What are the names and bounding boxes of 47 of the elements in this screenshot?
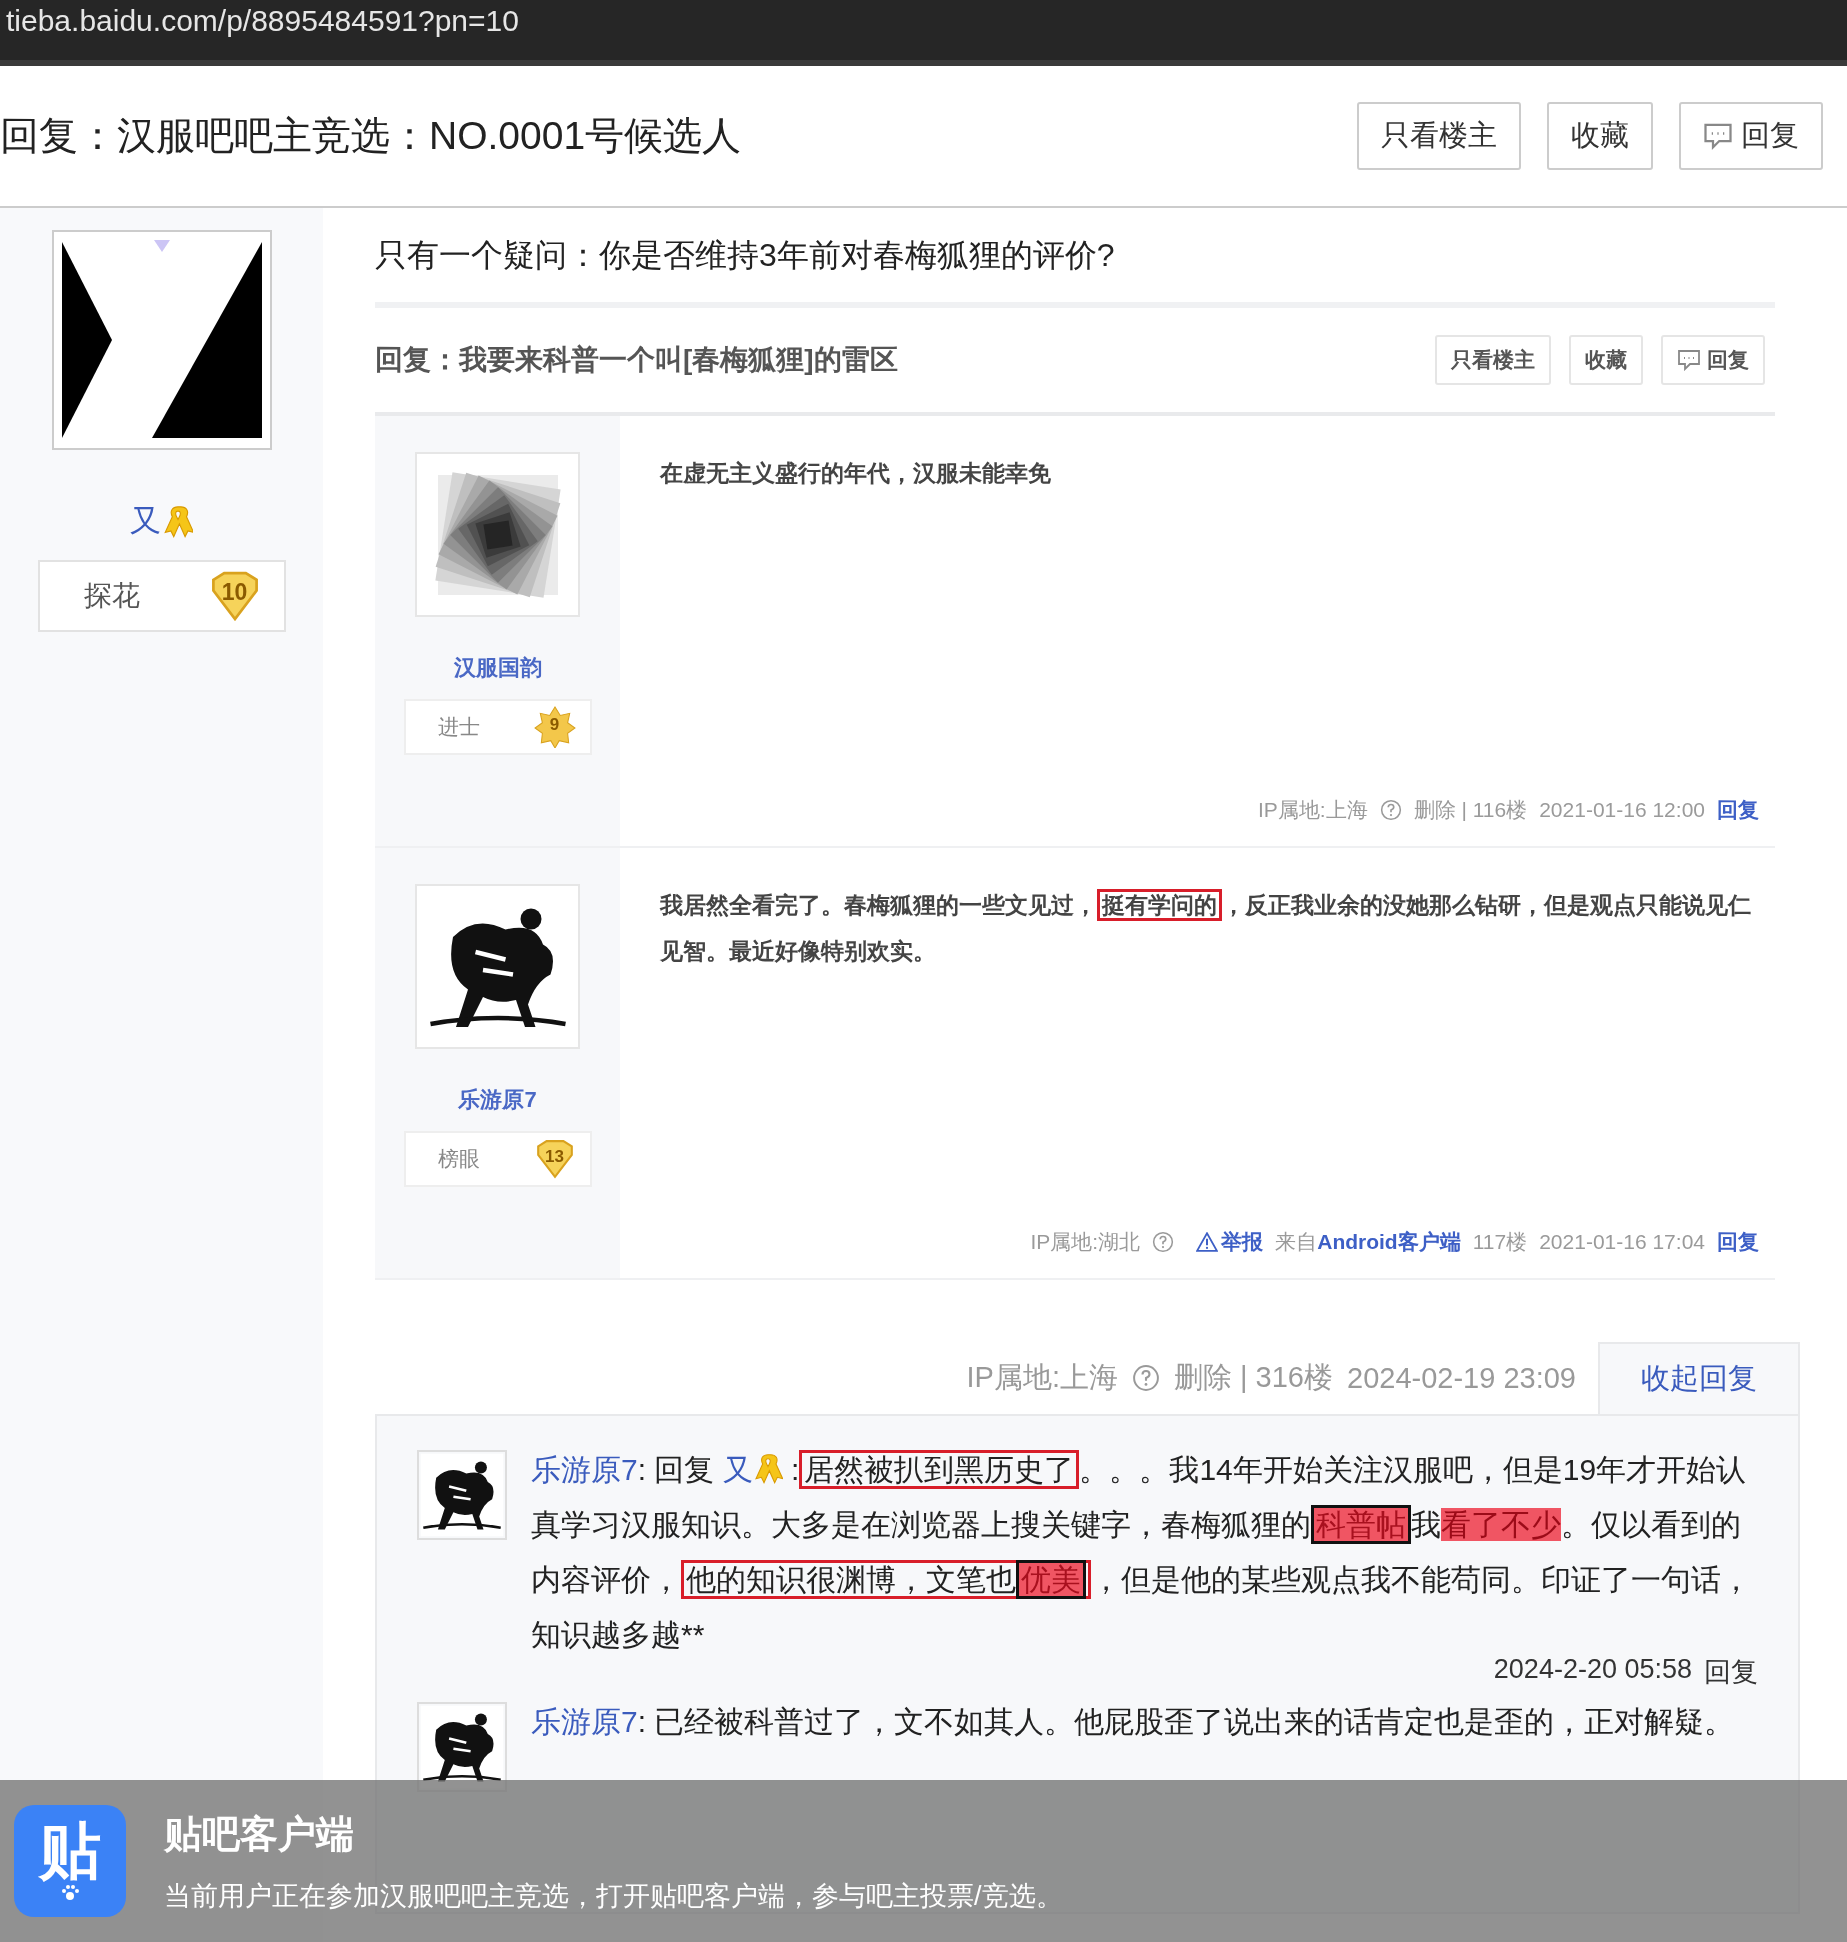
username-link[interactable]: 乐游原7 [531,1705,638,1738]
thread-title: 回复：汉服吧吧主竞选：NO.0001号候选人 [0,113,742,159]
help-icon[interactable] [1152,1231,1175,1253]
post-time: 2024-02-19 23:09 [1347,1361,1576,1395]
ribbon-icon [752,1452,783,1484]
ip-location: IP属地:上海 [966,1360,1118,1395]
post-meta: 2021-01-16 17:04 [1539,1230,1705,1254]
post-text: 只有一个疑问：你是否维持3年前对春梅狐狸的评价? [375,236,1116,275]
address-bar[interactable]: tieba.baidu.com/p/8895484591?pn=10 [0,0,1847,66]
toolbar-button[interactable]: 收藏 [1547,102,1653,170]
reply-text: 在虚无主义盛行的年代，汉服未能幸免 [660,459,1052,488]
post-meta: 2021-01-16 12:00 [1539,798,1705,822]
warning-icon [1196,1232,1219,1252]
post-meta: 删除 | 116楼 [1413,797,1528,823]
post-meta: 117楼 [1472,1229,1528,1255]
comment-icon [1703,122,1733,150]
level-title: 榜眼 [437,1146,480,1172]
url-text: tieba.baidu.com/p/8895484591?pn=10 [6,4,519,38]
avatar-triangles[interactable] [51,230,272,450]
ribbon-icon [163,504,193,538]
banner-text: 当前用户正在参加汉服吧吧主竞选，打开贴吧客户端，参与吧主投票/竞选。 [164,1879,1063,1913]
embedded-thread-title: 回复：我要来科普一个叫[春梅狐狸]的雷区 [375,343,898,377]
app-icon[interactable]: 贴 [14,1805,126,1917]
username-link[interactable]: 乐游原7 [531,1453,638,1486]
reply-link[interactable]: 回复 [1704,1654,1758,1690]
level-number: 9 [533,706,576,748]
banner-title: 贴吧客户端 [164,1811,354,1857]
reply-button[interactable]: 回复 [1679,102,1823,170]
delete-floor: 删除 | 316楼 [1173,1360,1333,1395]
comment-icon [1677,349,1701,371]
mention-link[interactable]: 又 [722,1453,753,1486]
help-icon[interactable] [1379,799,1402,821]
source-label: 来自 [1275,1229,1318,1255]
post-meta: IP属地:湖北 [1030,1229,1141,1255]
help-icon[interactable] [1131,1364,1160,1392]
level-title: 进士 [437,714,480,740]
post-meta: IP属地:上海 [1257,797,1368,823]
collapse-replies-tab[interactable]: 收起回复 [1598,1342,1800,1414]
reply-text: 我居然全看完了。春梅狐狸的一些文见过， 挺有学问的 ，反正我业余的没她那么钻研，但是观点只能说见仁见智。最近好像特别欢实。 [660,882,1759,974]
app-download-toast[interactable]: 贴 贴吧客户端 当前用户正在参加汉服吧吧主竞选，打开贴吧客户端，参与吧主投票/竞选。 [0,1780,1847,1942]
toolbar-button[interactable]: 只看楼主 [1435,335,1551,385]
toolbar-button[interactable]: 收藏 [1569,335,1643,385]
level-title: 探花 [83,579,140,613]
toolbar-button[interactable]: 只看楼主 [1357,102,1521,170]
author-name[interactable]: 又 [130,500,161,542]
reply-text: 乐游原7: 已经被科普过了，文不如其人。他屁股歪了说出来的话肯定也是歪的，正对解疑。 [531,1704,1736,1740]
reply-button[interactable]: 回复 [1661,335,1765,385]
